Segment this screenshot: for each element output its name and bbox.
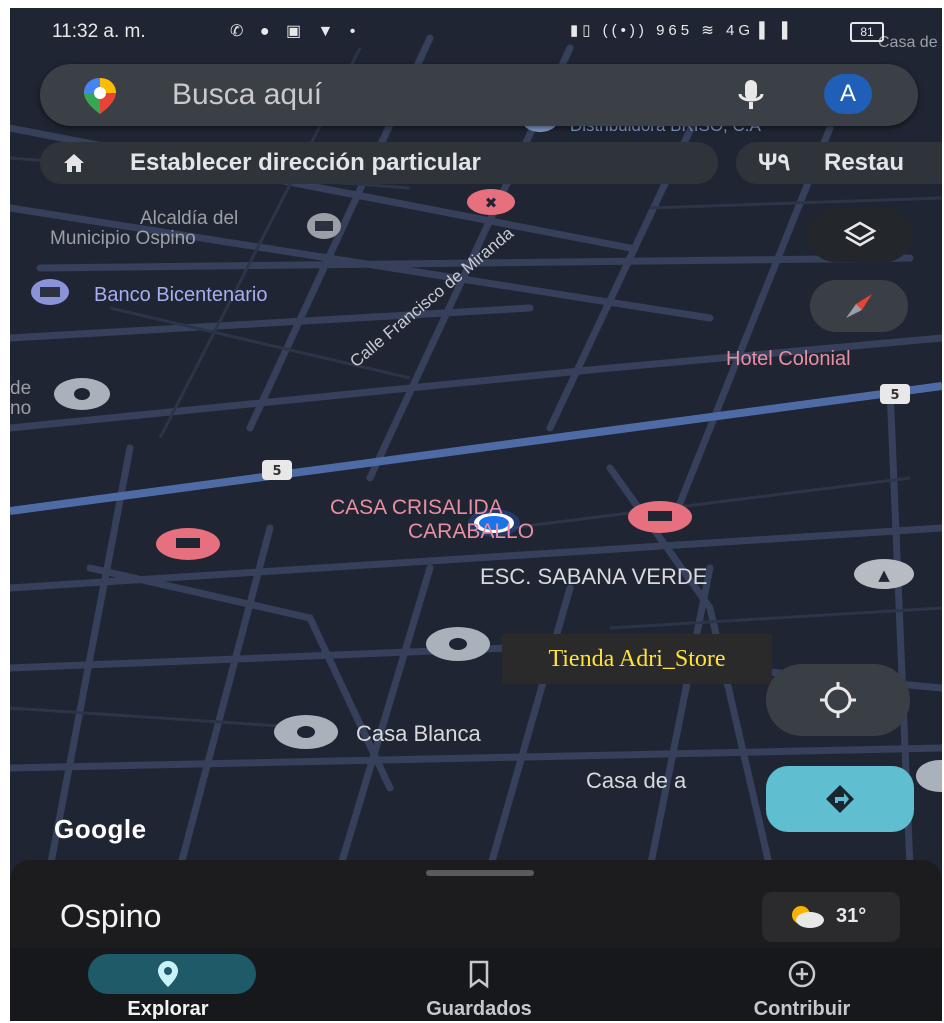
compass-button[interactable] (810, 280, 908, 332)
account-avatar[interactable]: A (824, 74, 872, 114)
microphone-icon[interactable] (734, 78, 768, 112)
highway-shield-5a: 5 (262, 460, 292, 480)
status-time: 11:32 a. m. (52, 21, 146, 42)
bookmark-icon (469, 960, 489, 989)
nav-contribute[interactable]: Contribuir (682, 948, 922, 1021)
maps-screen: 5 5 Calle Francisco de Miranda ✖ ▲ Alcal… (10, 8, 942, 1021)
layers-button[interactable] (808, 208, 912, 262)
add-circle-icon (788, 960, 816, 988)
place-label[interactable]: Casa de a (586, 768, 686, 794)
svg-text:5: 5 (272, 464, 281, 479)
place-title: Ospino (60, 898, 162, 934)
svg-text:▲: ▲ (878, 566, 890, 584)
place-label[interactable]: CASA CRISALIDA (330, 496, 503, 520)
place-label[interactable]: Municipio Ospino (50, 228, 196, 250)
battery-icon: 81 (850, 22, 884, 42)
search-bar[interactable]: Busca aquí A (40, 64, 918, 126)
search-input[interactable]: Busca aquí (172, 78, 322, 112)
pin-generic-3[interactable] (274, 715, 338, 749)
compass-icon (846, 294, 872, 318)
explore-pin-icon (158, 961, 178, 987)
nav-label: Contribuir (753, 998, 851, 1020)
place-label[interactable]: ESC. SABANA VERDE (480, 564, 707, 590)
place-label[interactable]: Casa Blanca (356, 721, 481, 747)
pin-generic-2[interactable] (426, 627, 490, 661)
place-label[interactable]: Banco Bicentenario (94, 284, 267, 307)
weather-chip[interactable]: 31° (762, 892, 900, 942)
partly-cloudy-icon (792, 906, 824, 928)
chip-label: Restau (824, 149, 905, 176)
place-label[interactable]: no (10, 398, 31, 420)
pin-hotel-1[interactable] (156, 528, 220, 560)
highway-shield-5b: 5 (880, 384, 910, 404)
pin-school[interactable]: ▲ (854, 559, 914, 589)
notification-icons: ✆ ● ▣ ▼ • (230, 23, 362, 40)
chip-label: Establecer dirección particular (130, 149, 481, 176)
nav-label: Explorar (127, 998, 209, 1020)
my-location-button[interactable] (766, 664, 910, 736)
my-location-icon (820, 682, 856, 718)
nav-label: Guardados (426, 998, 532, 1020)
maps-pin-icon (84, 78, 116, 114)
home-icon (64, 154, 84, 172)
weather-temperature: 31° (836, 905, 867, 927)
svg-text:5: 5 (890, 388, 899, 403)
status-bar: 11:32 a. m. ✆ ● ▣ ▼ • ▮▯ ((•)) 965 ≋ 4G▐… (10, 8, 942, 54)
restaurant-icon: Ψ٩ (758, 149, 791, 176)
system-icons: ▮▯ ((•)) 965 ≋ 4G▐ ▐ (570, 22, 792, 39)
pin-generic-1[interactable] (54, 378, 110, 410)
pin-town-hall[interactable] (307, 213, 341, 239)
place-label[interactable]: Hotel Colonial (726, 348, 851, 371)
place-label[interactable]: Alcaldía del (140, 208, 238, 230)
pin-museum[interactable]: ✖ (467, 189, 515, 215)
directions-button[interactable] (766, 766, 914, 832)
svg-text:✖: ✖ (485, 194, 498, 212)
bottom-sheet[interactable]: Ospino 31° (10, 860, 942, 956)
overlay-caption: Tienda Adri_Store (502, 634, 772, 684)
pin-hotel-2[interactable] (628, 501, 692, 533)
place-label[interactable]: CARABALLO (408, 520, 534, 544)
pin-bank[interactable] (31, 279, 69, 305)
layers-icon (843, 221, 877, 247)
place-label[interactable]: de (10, 378, 31, 400)
bottom-navigation: Explorar Guardados Contribuir (10, 948, 942, 1021)
sheet-drag-handle[interactable] (426, 870, 534, 876)
set-home-chip[interactable]: Establecer dirección particular (40, 142, 718, 184)
google-attribution: Google (54, 814, 147, 844)
restaurants-chip[interactable]: Ψ٩ Restau (736, 142, 942, 184)
nav-saved[interactable]: Guardados (359, 948, 599, 1021)
nav-explore[interactable]: Explorar (48, 948, 288, 1021)
directions-icon (826, 785, 854, 813)
